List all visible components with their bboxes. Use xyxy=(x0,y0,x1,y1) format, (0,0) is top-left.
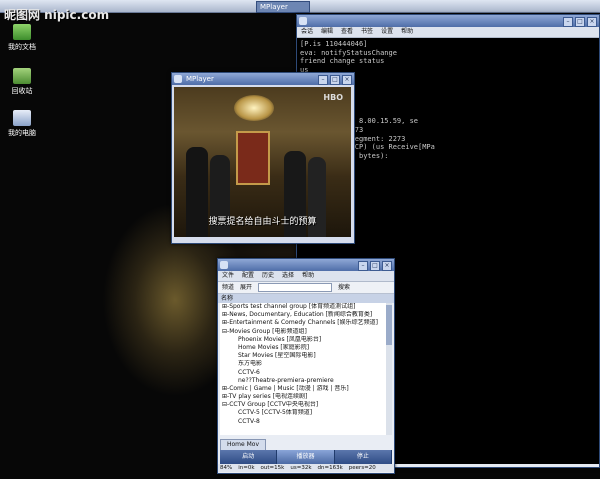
terminal-menubar: 会话 编辑 查看 书签 设置 帮助 xyxy=(297,27,599,38)
tree-group[interactable]: ⊟-CCTV Group [CCTV中央电视台] xyxy=(220,401,386,409)
terminal-icon xyxy=(299,17,307,25)
terminal-line: friend change status xyxy=(300,57,385,66)
minimize-button[interactable]: – xyxy=(318,75,328,85)
video-subtitle: 搜票提名给自由斗士的预算 xyxy=(208,217,317,227)
taskbar-item[interactable] xyxy=(172,1,248,11)
tree-group[interactable]: ⊞-Comic | Game | Music [动漫 | 游戏 | 音乐] xyxy=(220,385,386,393)
painting xyxy=(236,131,270,185)
search-button[interactable]: 搜索 xyxy=(338,282,350,293)
tree-channel[interactable]: CCTV-6 xyxy=(220,368,386,377)
menu-config[interactable]: 配置 xyxy=(242,271,254,281)
maximize-button[interactable]: □ xyxy=(575,17,585,27)
menu-settings[interactable]: 设置 xyxy=(381,27,393,37)
tree-channel[interactable]: Star Movies [星空国际电影] xyxy=(220,352,386,361)
client-menubar: 文件 配置 历史 选择 帮助 xyxy=(218,271,394,282)
taskbar-clock xyxy=(540,1,600,11)
taskbar-item[interactable] xyxy=(372,1,438,11)
client-statusbar: 84% in=0k out=15k us=32k dn=163k peers=2… xyxy=(218,464,394,472)
start-button[interactable]: 启动 xyxy=(220,450,278,464)
desktop-icon-recycle-bin[interactable]: 回收站 xyxy=(0,68,44,96)
client-titlebar[interactable]: – □ × xyxy=(218,259,394,271)
channel-label[interactable]: 频道 xyxy=(222,282,234,293)
mplayer-title: MPlayer xyxy=(186,75,214,83)
tree-scrollbar[interactable] xyxy=(386,303,392,435)
channel-tree[interactable]: ⊞-Sports test channel group [体育频道测试组] ⊞-N… xyxy=(220,303,386,435)
status-dn: dn=163k xyxy=(317,465,343,471)
taskbar-item[interactable] xyxy=(308,1,374,11)
maximize-button[interactable]: □ xyxy=(330,75,340,85)
tree-group[interactable]: ⊞-Entertainment & Comedy Channels [娱乐综艺频… xyxy=(220,319,386,327)
scrollbar-thumb[interactable] xyxy=(386,305,392,345)
minimize-button[interactable]: – xyxy=(358,261,368,271)
search-input[interactable] xyxy=(258,283,333,292)
channel-logo: HBO xyxy=(323,93,343,102)
menu-session[interactable]: 会话 xyxy=(301,27,313,37)
desktop-icon-my-computer[interactable]: 我的电脑 xyxy=(0,110,44,138)
tree-channel[interactable]: Home Movies [家庭影院] xyxy=(220,343,386,353)
menu-history[interactable]: 历史 xyxy=(262,271,274,281)
trash-icon xyxy=(13,68,31,84)
tree-group[interactable]: ⊞-Sports test channel group [体育频道测试组] xyxy=(220,303,386,311)
status-us: us=32k xyxy=(290,465,312,471)
tree-channel[interactable]: CCTV-5 [CCTV-5体育频道] xyxy=(220,409,386,418)
desktop-icon-label: 我的电脑 xyxy=(8,129,36,137)
close-button[interactable]: × xyxy=(382,261,392,271)
tree-channel[interactable]: 东方电影 xyxy=(220,360,386,369)
close-button[interactable]: × xyxy=(587,17,597,27)
terminal-line: [P.is 110444046] xyxy=(300,40,368,48)
taskbar-item[interactable] xyxy=(100,1,166,11)
minimize-button[interactable]: – xyxy=(563,17,573,27)
maximize-button[interactable]: □ xyxy=(370,261,380,271)
tree-group[interactable]: ⊟-Movies Group [电影频道组] xyxy=(220,328,386,336)
status-progress: 84% xyxy=(220,465,233,471)
player-controls: 启动 播放器 停止 xyxy=(220,450,392,464)
terminal-titlebar[interactable]: – □ × xyxy=(297,15,599,27)
desktop-icon-label: 回收站 xyxy=(11,87,33,95)
desktop-icon-label: 我的文档 xyxy=(8,43,36,51)
taskbar-item-mplayer[interactable]: MPlayer xyxy=(256,1,310,13)
watermark-logo: 昵图网 nipic.com xyxy=(4,8,110,22)
terminal-line: eva: notifyStatusChange xyxy=(300,48,397,57)
menu-help[interactable]: 帮助 xyxy=(302,271,314,281)
mplayer-window: MPlayer – □ × HBO 搜票提名给自由斗士的预算 xyxy=(171,72,355,244)
channel-tabs: Home Mov xyxy=(220,439,267,450)
tree-channel[interactable]: Phoenix Movies [凤凰电影台] xyxy=(220,335,386,344)
chandelier xyxy=(234,95,274,121)
menu-bookmarks[interactable]: 书签 xyxy=(361,27,373,37)
mplayer-icon xyxy=(174,75,182,83)
menu-select[interactable]: 选择 xyxy=(282,271,294,281)
tab-home-movies[interactable]: Home Mov xyxy=(220,439,267,450)
menu-file[interactable]: 文件 xyxy=(222,271,234,281)
status-out: out=15k xyxy=(260,465,285,471)
menu-help[interactable]: 帮助 xyxy=(401,27,413,37)
mplayer-titlebar[interactable]: MPlayer – □ × xyxy=(172,73,354,85)
expand-label[interactable]: 展开 xyxy=(240,282,252,293)
close-button[interactable]: × xyxy=(342,75,352,85)
tree-channel[interactable]: CCTV-8 xyxy=(220,417,386,426)
menu-view[interactable]: 查看 xyxy=(341,27,353,37)
tree-group[interactable]: ⊞-TV play series [电视连续剧] xyxy=(220,393,386,401)
list-header[interactable]: 名称 xyxy=(218,294,394,303)
client-toolbar: 频道 展开 搜索 xyxy=(218,282,394,294)
desktop-icon-my-documents[interactable]: 我的文档 xyxy=(0,24,44,52)
player-button[interactable]: 播放器 xyxy=(277,450,335,464)
player-client-window: – □ × 文件 配置 历史 选择 帮助 频道 展开 搜索 名称 ⊞-Sport… xyxy=(217,258,395,474)
tree-group[interactable]: ⊞-News, Documentary, Education [新闻综合教育类] xyxy=(220,311,386,319)
computer-icon xyxy=(13,110,31,126)
folder-icon xyxy=(13,24,31,40)
tree-channel[interactable]: ne??Theatre-premiera-premiere xyxy=(220,376,386,385)
stop-button[interactable]: 停止 xyxy=(334,450,392,464)
video-frame[interactable]: HBO 搜票提名给自由斗士的预算 xyxy=(174,87,351,237)
menu-edit[interactable]: 编辑 xyxy=(321,27,333,37)
client-icon xyxy=(220,261,228,269)
status-in: in=0k xyxy=(238,465,255,471)
status-peers: peers=20 xyxy=(348,465,376,471)
